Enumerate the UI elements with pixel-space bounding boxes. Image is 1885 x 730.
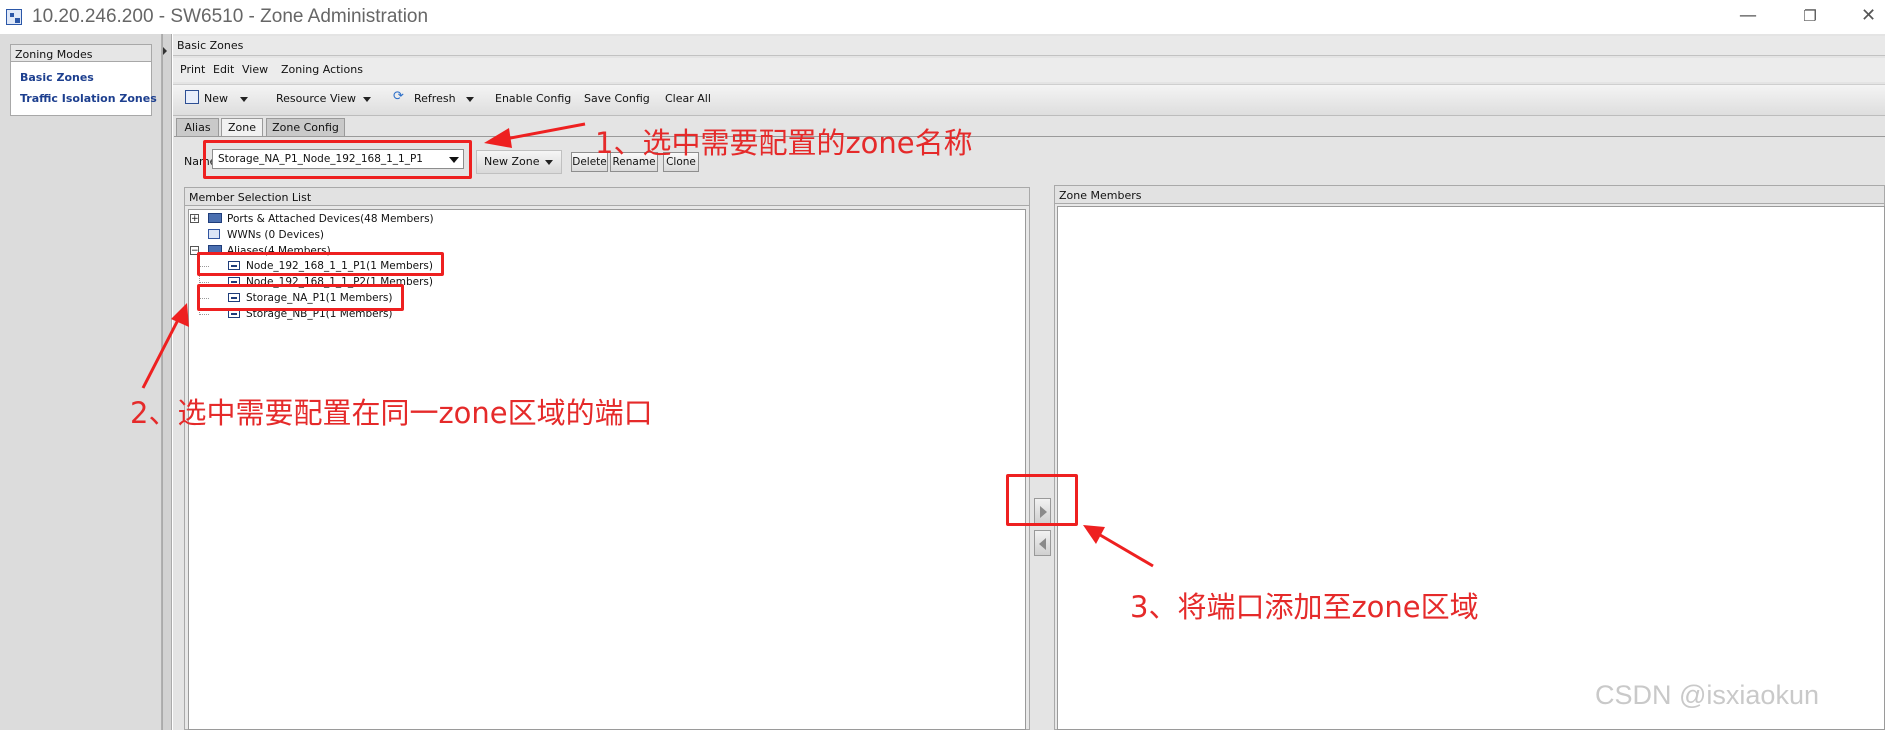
annotation-step3: 3、将端口添加至zone区域 — [1130, 590, 1479, 624]
annotation-step1: 1、选中需要配置的zone名称 — [595, 126, 973, 160]
annotation-arrows — [141, 122, 1154, 568]
watermark: CSDN @isxiaokun — [1595, 680, 1819, 710]
annotation-step2: 2、选中需要配置在同一zone区域的端口 — [130, 396, 653, 430]
